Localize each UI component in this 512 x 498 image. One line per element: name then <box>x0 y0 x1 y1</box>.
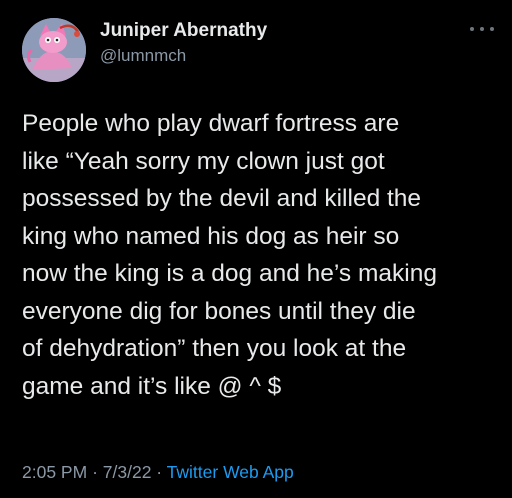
tweet-line: king who named his dog as heir so <box>22 222 400 250</box>
tweet-line: like “Yeah sorry my clown just got <box>22 147 385 175</box>
author-display-name[interactable]: Juniper Abernathy <box>100 20 267 42</box>
tweet-line: of dehydration” then you look at the <box>22 335 407 362</box>
tweet-source-link[interactable]: Twitter Web App <box>167 462 294 482</box>
tweet-line: now the king is a dog and he’s making <box>22 260 437 287</box>
pink-cartoon-cat-avatar-icon <box>22 18 86 82</box>
author-handle[interactable]: @lumnmch <box>100 46 186 66</box>
tweet-line: game and it’s like @ ^ $ <box>22 372 282 400</box>
more-options-icon[interactable] <box>470 22 494 36</box>
tweet-line: People who play dwarf fortress are <box>22 110 400 137</box>
dot <box>470 27 474 31</box>
tweet-time[interactable]: 2:05 PM <box>22 462 87 482</box>
tweet-text: People who play dwarf fortress are like … <box>22 105 502 405</box>
tweet-line: possessed by the devil and killed the <box>22 185 422 212</box>
separator: · <box>92 462 98 482</box>
separator: · <box>156 462 163 482</box>
dot <box>480 27 484 31</box>
tweet-metadata: 2:05 PM · 7/3/22 · Twitter Web App <box>22 462 294 483</box>
tweet-date[interactable]: 7/3/22 <box>103 462 152 482</box>
dot <box>490 27 494 31</box>
avatar[interactable] <box>22 18 86 82</box>
tweet-line: everyone dig for bones until they die <box>22 297 416 325</box>
